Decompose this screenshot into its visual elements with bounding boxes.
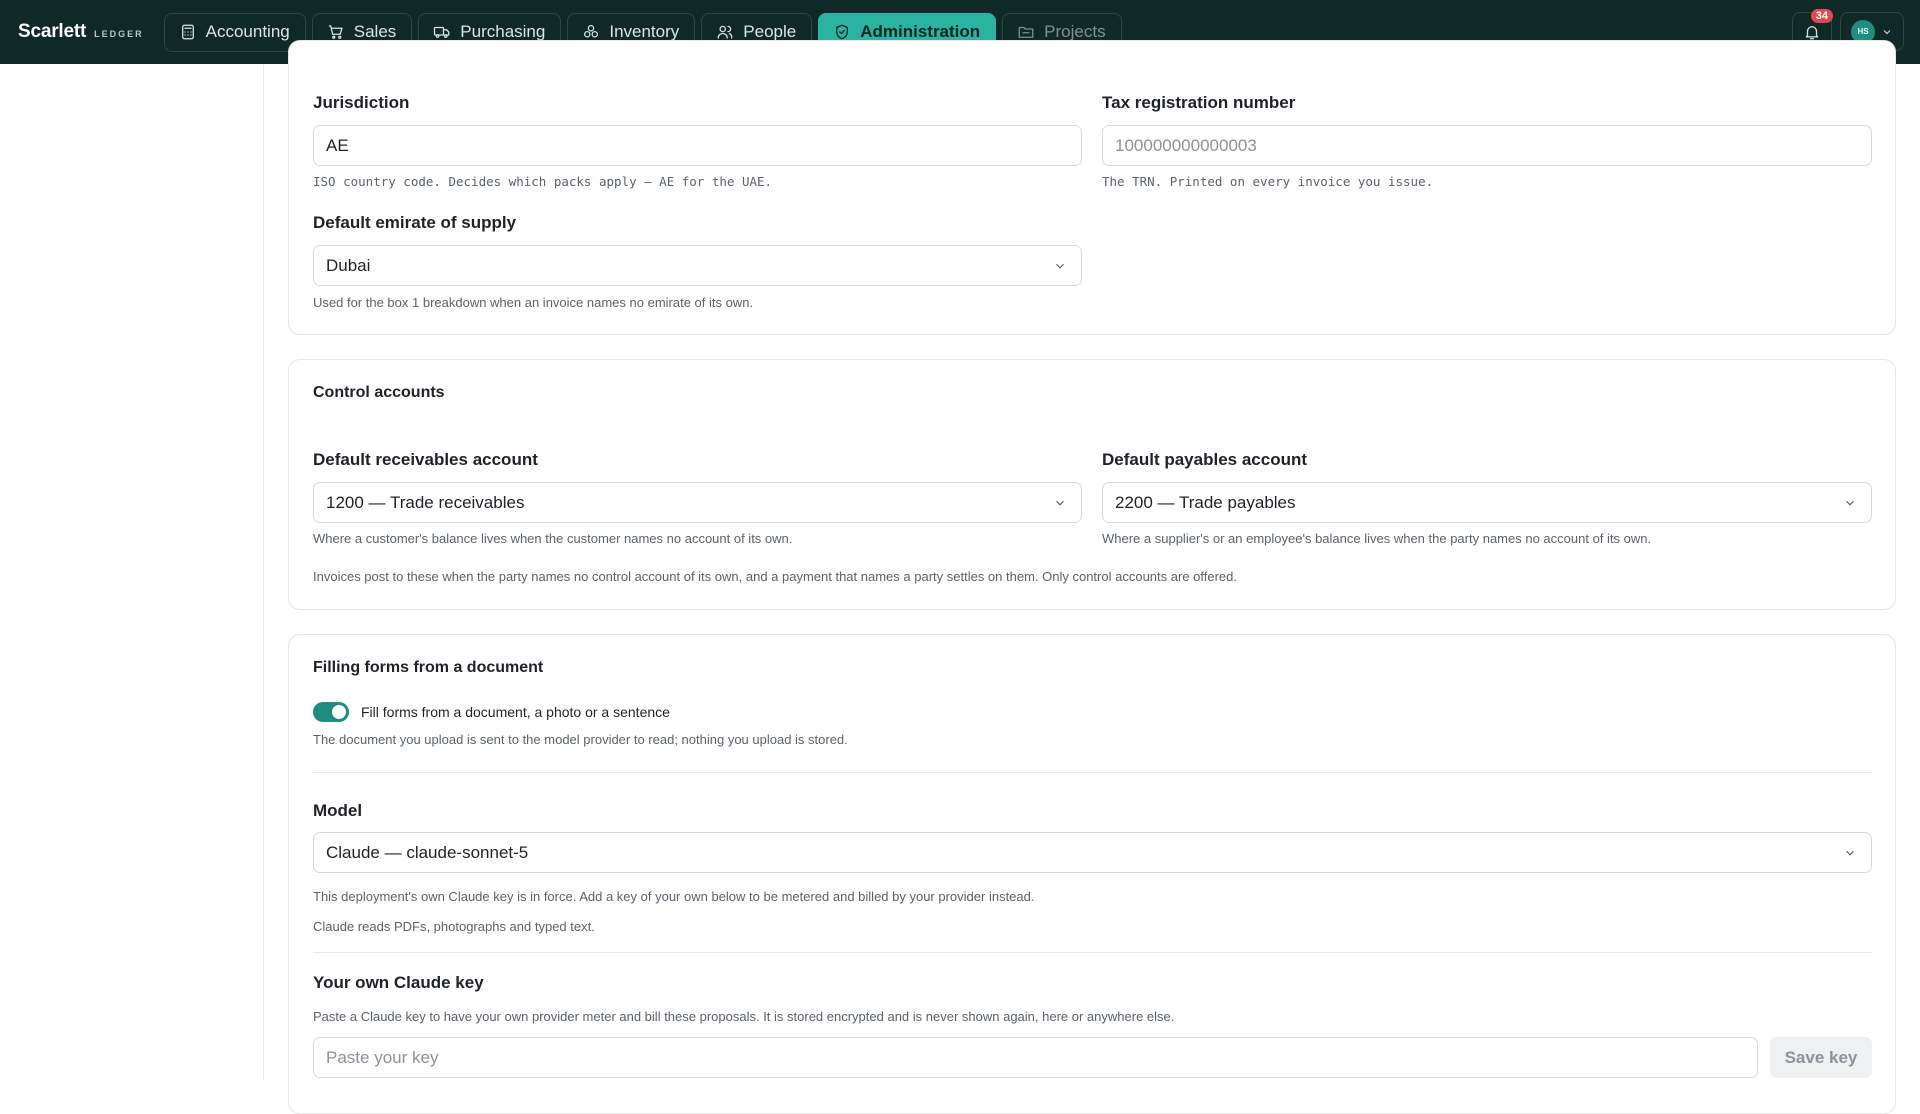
notification-count-badge: 34 — [1810, 9, 1833, 23]
calculator-icon — [181, 24, 194, 40]
divider — [313, 952, 1872, 953]
sidebar — [0, 64, 264, 1080]
control-accounts-card: Control accounts Default receivables acc… — [288, 359, 1896, 610]
receivables-value: 1200 — Trade receivables — [326, 492, 525, 512]
nav-inventory-label: Inventory — [609, 22, 680, 41]
payables-label: Default payables account — [1102, 450, 1308, 469]
model-help-formats: Claude reads PDFs, photographs and typed… — [313, 919, 595, 934]
chevron-down-icon — [1846, 500, 1854, 506]
own-key-input[interactable]: Paste your key — [313, 1037, 1758, 1078]
jurisdiction-label: Jurisdiction — [313, 93, 410, 112]
payables-select[interactable]: 2200 — Trade payables — [1102, 482, 1872, 523]
model-help-key: This deployment's own Claude key is in f… — [313, 889, 1035, 904]
trn-label: Tax registration number — [1102, 93, 1296, 112]
bell-icon — [1805, 25, 1819, 39]
fill-forms-help: The document you upload is sent to the m… — [313, 732, 848, 747]
cart-icon — [328, 25, 343, 39]
nav-administration-label: Administration — [860, 22, 981, 41]
jurisdiction-help: ISO country code. Decides which packs ap… — [313, 174, 773, 189]
trn-input[interactable]: 100000000000003 — [1102, 125, 1872, 166]
boxes-icon — [584, 24, 599, 38]
nav-people-label: People — [743, 22, 797, 41]
model-value: Claude — claude-sonnet-5 — [326, 842, 529, 862]
jurisdiction-input[interactable]: AE — [313, 125, 1082, 166]
payables-value: 2200 — Trade payables — [1115, 492, 1296, 512]
emirate-value: Dubai — [326, 255, 371, 275]
own-key-label: Your own Claude key — [313, 973, 484, 992]
tax-settings-card: Jurisdiction AE ISO country code. Decide… — [288, 40, 1896, 335]
emirate-help: Used for the box 1 breakdown when an inv… — [313, 295, 754, 310]
filling-forms-title: Filling forms from a document — [313, 659, 544, 676]
control-accounts-title: Control accounts — [313, 384, 445, 401]
own-key-help: Paste a Claude key to have your own prov… — [313, 1009, 1175, 1024]
brand-name: Scarlett — [18, 21, 87, 42]
control-accounts-note: Invoices post to these when the party na… — [313, 569, 1237, 584]
brand-subtitle: LEDGER — [94, 29, 144, 39]
fill-forms-toggle-label: Fill forms from a document, a photo or a… — [361, 704, 670, 720]
save-key-button[interactable]: Save key — [1770, 1037, 1872, 1078]
nav-sales-label: Sales — [353, 22, 397, 41]
chevron-down-icon — [1056, 263, 1064, 269]
nav-purchasing-label: Purchasing — [460, 22, 546, 41]
model-select[interactable]: Claude — claude-sonnet-5 — [313, 832, 1872, 873]
receivables-select[interactable]: 1200 — Trade receivables — [313, 482, 1082, 523]
chevron-down-icon — [1846, 850, 1854, 856]
emirate-label: Default emirate of supply — [313, 213, 517, 232]
nav-accounting-label: Accounting — [205, 22, 290, 41]
nav-projects-label: Projects — [1044, 22, 1106, 41]
trn-help: The TRN. Printed on every invoice you is… — [1102, 174, 1434, 189]
chevron-down-icon — [1056, 500, 1064, 506]
emirate-select[interactable]: Dubai — [313, 245, 1082, 286]
shield-icon — [836, 24, 849, 40]
divider — [313, 772, 1872, 773]
truck-icon — [434, 26, 450, 38]
users-icon — [717, 25, 733, 39]
brand-logo[interactable]: Scarlett LEDGER — [18, 21, 144, 43]
fill-forms-toggle[interactable] — [313, 702, 349, 722]
folder-icon — [1018, 26, 1034, 38]
receivables-label: Default receivables account — [313, 450, 538, 469]
receivables-help: Where a customer's balance lives when th… — [313, 531, 793, 546]
filling-forms-card: Filling forms from a document Fill forms… — [288, 634, 1896, 1114]
model-label: Model — [313, 801, 363, 820]
nav-accounting[interactable]: Accounting — [163, 12, 306, 52]
payables-help: Where a supplier's or an employee's bala… — [1102, 531, 1652, 546]
chevron-down-icon — [1883, 29, 1891, 34]
